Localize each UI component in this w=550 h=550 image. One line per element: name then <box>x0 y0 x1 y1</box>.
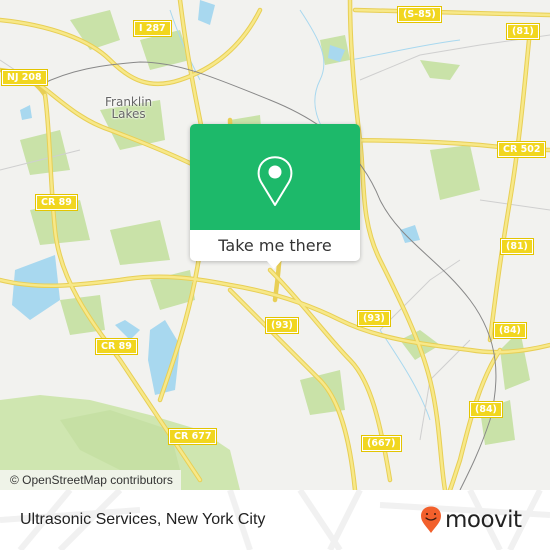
road-shield: (84) <box>493 322 527 339</box>
map-attribution[interactable]: © OpenStreetMap contributors <box>0 470 181 490</box>
road-shield: CR 502 <box>496 141 547 158</box>
road-shield: (81) <box>506 23 540 40</box>
moovit-wordmark: moovit <box>445 507 522 533</box>
place-title: Ultrasonic Services, New York City <box>20 511 266 528</box>
road-shield: (667) <box>361 435 402 452</box>
road-shield: (93) <box>265 317 299 334</box>
place-label-franklin-lakes: Franklin Lakes <box>105 96 152 120</box>
road-shield: CR 89 <box>35 194 78 211</box>
road-shield: (81) <box>500 238 534 255</box>
moovit-smile-pin-icon <box>421 506 441 533</box>
popup-header <box>190 124 360 230</box>
moovit-logo[interactable]: moovit <box>420 504 522 536</box>
road-shield: (S-85) <box>397 6 442 23</box>
road-shield: (93) <box>357 310 391 327</box>
road-shield: I 287 <box>133 20 172 37</box>
footer: Ultrasonic Services, New York City moovi… <box>0 490 550 550</box>
road-shield: CR 677 <box>167 428 218 445</box>
road-shield: NJ 208 <box>1 69 48 86</box>
map-pin-icon <box>257 156 293 206</box>
place-label-line: Lakes <box>111 107 146 121</box>
take-me-there-button[interactable]: Take me there <box>190 230 360 261</box>
road-shield: (84) <box>469 401 503 418</box>
road-shield: CR 89 <box>95 338 138 355</box>
location-popup: Take me there <box>190 124 360 269</box>
map-view[interactable]: Franklin Lakes I 287 NJ 208 (S-85) (81) … <box>0 0 550 490</box>
popup-pointer <box>266 260 282 269</box>
